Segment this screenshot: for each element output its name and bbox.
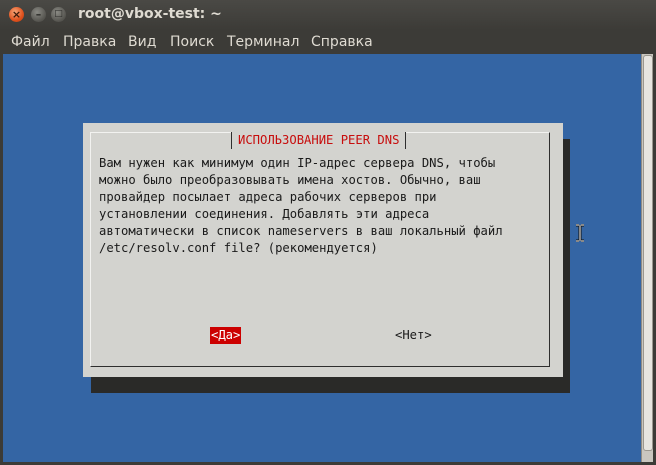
yes-button[interactable]: <Да>	[210, 327, 242, 344]
no-button[interactable]: <Нет>	[395, 327, 432, 344]
scrollbar-thumb[interactable]	[643, 55, 653, 451]
dialog-message: Вам нужен как минимум один IP-адрес серв…	[99, 156, 503, 255]
window-title: root@vbox-test: ~	[78, 6, 222, 22]
terminal-window: × – □ root@vbox-test: ~ Файл Правка Вид …	[0, 0, 656, 465]
menu-view[interactable]: Вид	[128, 34, 156, 50]
menu-help[interactable]: Справка	[311, 34, 373, 50]
ibeam-cursor-icon	[576, 224, 584, 242]
dialog-title: ИСПОЛЬЗОВАНИЕ PEER DNS	[231, 132, 407, 149]
peer-dns-dialog: ИСПОЛЬЗОВАНИЕ PEER DNS Вам нужен как мин…	[83, 123, 563, 377]
menu-terminal[interactable]: Терминал	[227, 34, 299, 50]
maximize-window-icon[interactable]: □	[51, 7, 66, 22]
menu-search[interactable]: Поиск	[170, 34, 214, 50]
close-window-icon[interactable]: ×	[9, 7, 24, 22]
menu-file[interactable]: Файл	[11, 34, 50, 50]
menu-bar: Файл Правка Вид Поиск Терминал Справка	[0, 30, 656, 54]
minimize-window-icon[interactable]: –	[31, 7, 46, 22]
title-bar[interactable]: × – □ root@vbox-test: ~	[0, 0, 656, 30]
menu-edit[interactable]: Правка	[63, 34, 116, 50]
